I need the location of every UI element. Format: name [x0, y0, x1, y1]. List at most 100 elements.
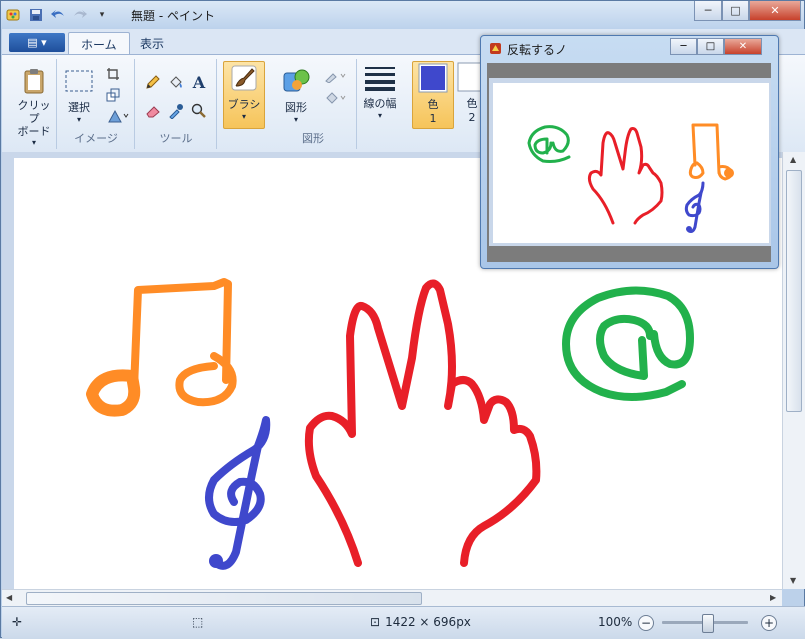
color-picker-icon[interactable] [167, 102, 185, 120]
window-controls: ─ □ ✕ [694, 1, 801, 21]
selection-size: ⬚ [192, 615, 208, 629]
quick-access-toolbar: ▾ [5, 6, 111, 24]
title-bar[interactable]: ▾ 無題 - ペイント ─ □ ✕ [1, 1, 804, 29]
clipboard-label: クリップ ボード [17, 99, 51, 138]
close-button[interactable]: ✕ [749, 1, 801, 21]
popup-app-icon [489, 42, 502, 55]
clipboard-arrow: ▾ [31, 138, 36, 147]
popup-close-button[interactable]: ✕ [724, 38, 762, 55]
zoom-out-icon: − [638, 615, 654, 631]
tools-group: A ツール [136, 59, 217, 149]
zoom-slider-thumb[interactable] [702, 614, 714, 633]
color2-label: 色 [466, 97, 478, 110]
maximize-button[interactable]: □ [722, 1, 749, 21]
resize-icon[interactable] [104, 86, 122, 104]
fill-shape-icon[interactable] [322, 89, 350, 107]
clipboard-button[interactable]: クリップ ボード ▾ [14, 65, 54, 147]
brush-icon [228, 62, 260, 94]
vertical-scrollbar[interactable]: ▲ ▼ [782, 152, 805, 589]
music-note-drawing [130, 278, 237, 407]
tab-view[interactable]: 表示 [128, 32, 176, 54]
zoom-in-icon: + [761, 615, 777, 631]
popup-canvas [493, 83, 769, 243]
popup-controls: ─ □ ✕ [670, 38, 762, 55]
select-label: 選択 [68, 101, 90, 114]
horizontal-scroll-thumb[interactable] [26, 592, 422, 605]
popup-canvas-area [489, 78, 771, 246]
color1-button[interactable]: 色 1 [412, 61, 454, 129]
paint-menu-button[interactable]: ▤ ▾ [9, 33, 65, 52]
size-arrow: ▾ [377, 111, 382, 120]
color1-label: 色 [427, 98, 439, 111]
rotate-icon[interactable] [104, 107, 132, 125]
reversing-window[interactable]: 反転するノ ─ □ ✕ [480, 35, 779, 269]
cursor-position: ✛ [12, 615, 22, 629]
tools-group-label: ツール [159, 132, 193, 145]
window-title: 無題 - ペイント [131, 9, 215, 23]
image-size-value: 1422 × 696px [385, 615, 471, 629]
paint-window: ▾ 無題 - ペイント ─ □ ✕ ▤ ▾ ホーム 表示 クリップ ボード ▾ [0, 0, 805, 639]
shapes-label: 図形 [285, 101, 307, 114]
image-group: 選択 ▾ イメージ [58, 59, 135, 149]
color2-number: 2 [468, 111, 476, 124]
popup-maximize-button[interactable]: □ [697, 38, 724, 55]
select-arrow: ▾ [76, 115, 81, 124]
shapes-button[interactable]: 図形 ▾ [276, 65, 316, 124]
zoom-out-button[interactable]: − [638, 615, 654, 631]
clipboard-group: クリップ ボード ▾ [10, 59, 57, 149]
move-icon: ✛ [12, 615, 23, 629]
image-size-icon: ⊡ [370, 615, 381, 629]
vertical-scroll-thumb[interactable] [786, 170, 802, 412]
size-button[interactable]: 線の幅 ▾ [360, 61, 400, 120]
shapes-arrow: ▾ [293, 115, 298, 124]
popup-body [487, 63, 771, 262]
popup-hand-drawing [587, 127, 664, 225]
fill-icon[interactable] [167, 73, 185, 91]
treble-clef-drawing [205, 416, 271, 570]
text-icon[interactable]: A [190, 73, 208, 92]
select-button[interactable]: 選択 ▾ [62, 65, 96, 124]
clef-dot [209, 554, 223, 568]
scroll-right-icon[interactable]: ▶ [770, 593, 776, 602]
scroll-left-icon[interactable]: ◀ [6, 593, 12, 602]
brush-arrow: ▾ [241, 112, 246, 121]
popup-minimize-button[interactable]: ─ [670, 38, 697, 55]
minimize-button[interactable]: ─ [694, 1, 722, 21]
selection-size-icon: ⬚ [192, 615, 204, 629]
line-size-icon [364, 61, 396, 93]
shapes-group: 図形 ▾ 図形 [270, 59, 357, 149]
pencil-icon[interactable] [144, 73, 162, 91]
image-size: ⊡ 1422 × 696px [370, 615, 471, 629]
color1-swatch [417, 62, 449, 94]
scroll-down-icon[interactable]: ▼ [790, 576, 796, 585]
popup-note-head [724, 168, 734, 178]
brush-button[interactable]: ブラシ ▾ [223, 61, 265, 129]
popup-at-sign-drawing [527, 125, 571, 163]
eraser-icon[interactable] [144, 102, 162, 120]
popup-treble-clef-drawing [684, 181, 705, 233]
paint-app-icon[interactable] [5, 6, 23, 24]
at-sign-drawing [562, 286, 694, 401]
zoom-in-button[interactable]: + [761, 615, 777, 631]
magnifier-icon[interactable] [190, 102, 208, 120]
color1-number: 1 [429, 112, 437, 125]
popup-clef-dot [686, 226, 692, 232]
dropdown-icon[interactable]: ▾ [93, 6, 111, 24]
undo-icon[interactable] [49, 6, 67, 24]
hand-drawing [304, 279, 541, 567]
shapes-icon [280, 65, 312, 97]
crop-icon[interactable] [104, 65, 122, 83]
save-icon[interactable] [27, 6, 45, 24]
select-icon [63, 65, 95, 97]
redo-icon[interactable] [71, 6, 89, 24]
horizontal-scrollbar[interactable]: ◀ ▶ [2, 589, 782, 607]
music-note-head [86, 369, 141, 417]
status-bar: ✛ ⬚ ⊡ 1422 × 696px 100% − + [2, 606, 805, 639]
zoom-level: 100% [598, 615, 633, 629]
scroll-up-icon[interactable]: ▲ [790, 155, 796, 164]
outline-icon[interactable] [322, 67, 350, 85]
tab-home[interactable]: ホーム [68, 32, 130, 55]
image-group-label: イメージ [74, 132, 118, 145]
clipboard-icon [18, 65, 50, 97]
brush-label: ブラシ [227, 98, 261, 111]
